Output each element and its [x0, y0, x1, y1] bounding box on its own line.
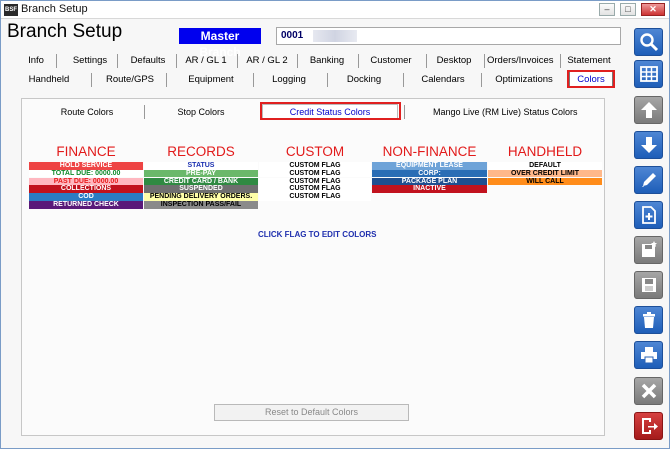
tab-banking[interactable]: Banking — [306, 53, 348, 69]
close-window-button[interactable]: ✕ — [641, 3, 665, 16]
tab-calendars[interactable]: Calendars — [419, 72, 467, 88]
app-icon: BSF — [4, 4, 18, 16]
edit-colors-hint: CLICK FLAG TO EDIT COLORS — [258, 230, 377, 239]
reset-default-colors-button[interactable]: Reset to Default Colors — [214, 404, 409, 421]
tab-customer[interactable]: Customer — [366, 53, 416, 69]
tab-ar-gl-1[interactable]: AR / GL 1 — [183, 53, 229, 69]
records-heading: RECORDS — [167, 144, 235, 159]
records-flag[interactable]: STATUS — [144, 162, 258, 170]
tab-orders-invoices[interactable]: Orders/Invoices — [487, 53, 554, 69]
non-finance-flag[interactable]: INACTIVE — [372, 185, 487, 193]
move-up-button[interactable] — [634, 96, 663, 124]
branch-name-badge: Master Branch — [179, 28, 261, 59]
subtab-stop-colors[interactable]: Stop Colors — [170, 105, 232, 119]
records-flag[interactable]: PRE-PAY — [144, 169, 258, 178]
tab-defaults[interactable]: Defaults — [125, 53, 171, 69]
tab-docking[interactable]: Docking — [343, 72, 385, 88]
search-icon — [639, 33, 658, 52]
delete-button[interactable] — [634, 306, 663, 334]
custom-flag[interactable]: CUSTOM FLAG — [259, 185, 371, 193]
save-as-icon — [641, 241, 657, 257]
custom-flag[interactable]: CUSTOM FLAG — [259, 193, 371, 201]
save-as-button[interactable] — [634, 236, 663, 264]
arrow-down-icon — [640, 137, 657, 153]
finance-flag[interactable]: COD — [29, 193, 143, 201]
title-bar: BSF Branch Setup – □ ✕ — [1, 1, 669, 19]
records-flag[interactable]: INSPECTION PASS/FAIL — [144, 201, 258, 209]
tab-statement[interactable]: Statement — [565, 53, 613, 69]
search-button[interactable] — [634, 28, 663, 56]
move-down-button[interactable] — [634, 131, 663, 159]
finance-flag[interactable]: COLLECTIONS — [29, 185, 143, 193]
non-finance-flag[interactable]: CORP: — [372, 169, 487, 178]
grid-button[interactable] — [634, 60, 663, 88]
exit-icon — [641, 418, 658, 434]
print-icon — [640, 347, 657, 364]
cancel-button[interactable] — [634, 377, 663, 405]
tab-optimizations[interactable]: Optimizations — [493, 72, 555, 88]
pencil-icon — [641, 173, 656, 187]
new-record-button[interactable] — [634, 201, 663, 229]
records-flag[interactable]: SUSPENDED — [144, 185, 258, 193]
tab-desktop[interactable]: Desktop — [434, 53, 474, 69]
subtab-route-colors[interactable]: Route Colors — [52, 105, 122, 119]
finance-flag[interactable]: TOTAL DUE: 0000.00 — [29, 169, 143, 178]
trash-icon — [642, 312, 655, 328]
branch-setup-window: BSF Branch Setup – □ ✕ Branch Setup Mast… — [0, 0, 670, 449]
tab-equipment[interactable]: Equipment — [186, 72, 236, 88]
custom-flag[interactable]: CUSTOM FLAG — [259, 162, 371, 170]
non-finance-heading: NON-FINANCE — [382, 144, 477, 159]
finance-flag[interactable]: RETURNED CHECK — [29, 201, 143, 209]
redacted-branch-id — [313, 30, 357, 42]
finance-flag[interactable]: PAST DUE: 0000.00 — [29, 177, 143, 186]
tab-handheld[interactable]: Handheld — [25, 72, 73, 88]
branch-code-field[interactable]: 0001 — [276, 27, 621, 45]
custom-heading: CUSTOM — [285, 144, 345, 159]
colors-panel: Route Colors Stop Colors Credit Status C… — [21, 98, 605, 436]
grid-icon — [639, 66, 658, 82]
tab-settings[interactable]: Settings — [68, 53, 112, 69]
handheld-flag[interactable]: WILL CALL — [488, 177, 602, 186]
subtab-mango-live-status-colors[interactable]: Mango Live (RM Live) Status Colors — [433, 105, 578, 119]
handheld-heading: HANDHELD — [507, 144, 583, 159]
save-button[interactable] — [634, 271, 663, 299]
finance-flag[interactable]: HOLD SERVICE — [29, 162, 143, 170]
non-finance-flag[interactable]: PACKAGE PLAN — [372, 177, 487, 186]
save-icon — [641, 278, 656, 292]
window-title: Branch Setup — [21, 3, 88, 15]
highlight-colors-tab — [567, 70, 615, 88]
minimize-button[interactable]: – — [599, 3, 615, 16]
new-document-icon — [641, 206, 656, 224]
maximize-button[interactable]: □ — [620, 3, 636, 16]
finance-heading: FINANCE — [56, 144, 116, 159]
page-title: Branch Setup — [7, 21, 123, 42]
highlight-credit-status-subtab — [260, 102, 401, 120]
handheld-flag[interactable]: OVER CREDIT LIMIT — [488, 169, 602, 178]
tab-info[interactable]: Info — [21, 53, 51, 69]
exit-button[interactable] — [634, 412, 663, 440]
tab-logging[interactable]: Logging — [267, 72, 311, 88]
custom-flag[interactable]: CUSTOM FLAG — [259, 169, 371, 178]
tab-ar-gl-2[interactable]: AR / GL 2 — [244, 53, 290, 69]
records-flag[interactable]: PENDING DELIVERY ORDERS. — [144, 193, 258, 201]
tab-route-gps[interactable]: Route/GPS — [104, 72, 156, 88]
close-icon — [641, 383, 656, 399]
edit-button[interactable] — [634, 166, 663, 194]
handheld-flag[interactable]: DEFAULT — [488, 162, 602, 170]
branch-code: 0001 — [281, 30, 304, 41]
print-button[interactable] — [634, 341, 663, 369]
records-flag[interactable]: CREDIT CARD / BANK — [144, 177, 258, 186]
custom-flag[interactable]: CUSTOM FLAG — [259, 177, 371, 186]
arrow-up-icon — [640, 102, 657, 118]
non-finance-flag[interactable]: EQUIPMENT LEASE — [372, 162, 487, 170]
